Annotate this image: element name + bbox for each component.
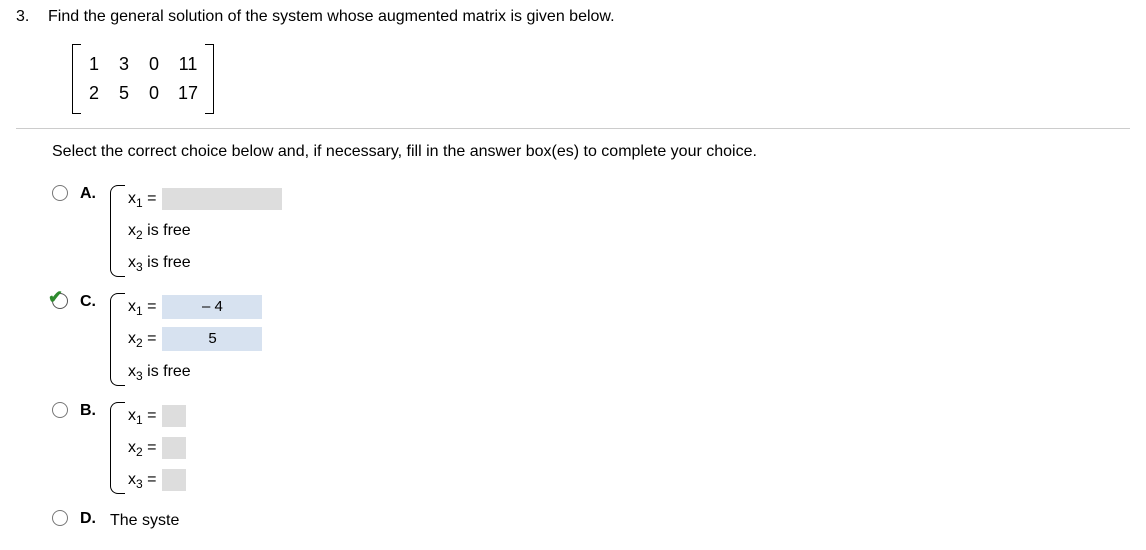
- input-a-x1[interactable]: [162, 188, 282, 210]
- choice-a-letter: A.: [80, 185, 100, 203]
- radio-c[interactable]: ✔: [52, 293, 70, 311]
- choice-c-letter: C.: [80, 293, 100, 311]
- var-x1: x1 =: [128, 291, 156, 323]
- matrix-cell: 17: [176, 79, 200, 108]
- augmented-matrix: 1 3 0 11 2 5 0 17: [72, 44, 214, 114]
- matrix-cell: 11: [176, 50, 200, 79]
- choice-b-letter: B.: [80, 402, 100, 420]
- choices-area: A. x1 = x2 is free x3 is free ✔ C.: [52, 183, 1130, 543]
- choice-d[interactable]: D. The syste: [52, 508, 242, 530]
- input-c-x1[interactable]: – 4: [162, 295, 262, 319]
- input-b-x2[interactable]: [162, 437, 186, 459]
- matrix-row: 1 3 0 11: [86, 50, 200, 79]
- var-x1: x1 =: [128, 183, 156, 215]
- choice-c[interactable]: ✔ C. x1 = – 4 x2 = 5 x3 is free: [52, 291, 952, 388]
- question-number: 3.: [16, 8, 36, 26]
- choice-d-text: The syste: [110, 512, 179, 530]
- instruction-text: Select the correct choice below and, if …: [52, 143, 1130, 161]
- divider: [16, 128, 1130, 129]
- choice-a[interactable]: A. x1 = x2 is free x3 is free: [52, 183, 952, 280]
- matrix-cell: 3: [116, 50, 132, 79]
- var-x3: x3 =: [128, 464, 156, 496]
- check-icon: ✔: [48, 287, 63, 308]
- matrix-row: 2 5 0 17: [86, 79, 200, 108]
- choice-c-solution: x1 = – 4 x2 = 5 x3 is free: [110, 291, 262, 388]
- question-prompt: Find the general solution of the system …: [48, 8, 615, 26]
- matrix-area: 1 3 0 11 2 5 0 17: [72, 44, 1130, 114]
- input-b-x3[interactable]: [162, 469, 186, 491]
- matrix-cell: 2: [86, 79, 102, 108]
- var-x3-free: x3 is free: [128, 247, 191, 279]
- var-x2: x2 =: [128, 432, 156, 464]
- matrix-cell: 5: [116, 79, 132, 108]
- var-x1: x1 =: [128, 400, 156, 432]
- question-header: 3. Find the general solution of the syst…: [16, 8, 1130, 26]
- radio-d[interactable]: [52, 510, 70, 528]
- var-x3-free: x3 is free: [128, 356, 191, 388]
- matrix-cell: 0: [146, 79, 162, 108]
- choice-b-solution: x1 = x2 = x3 =: [110, 400, 186, 497]
- input-c-x2[interactable]: 5: [162, 327, 262, 351]
- matrix-cell: 0: [146, 50, 162, 79]
- input-b-x1[interactable]: [162, 405, 186, 427]
- radio-b[interactable]: [52, 402, 70, 420]
- matrix-cell: 1: [86, 50, 102, 79]
- var-x2: x2 =: [128, 323, 156, 355]
- choice-a-solution: x1 = x2 is free x3 is free: [110, 183, 282, 280]
- radio-a[interactable]: [52, 185, 70, 203]
- choice-b[interactable]: B. x1 = x2 = x3 =: [52, 400, 242, 497]
- var-x2-free: x2 is free: [128, 215, 191, 247]
- choice-d-letter: D.: [80, 510, 100, 528]
